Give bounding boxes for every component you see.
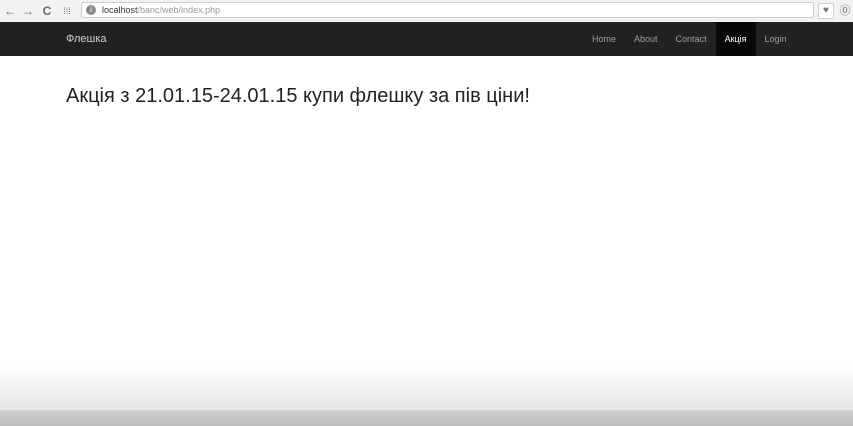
promo-headline: Акція з 21.01.15-24.01.15 купи флешку за… — [66, 85, 530, 107]
url-path: /banc/web/index.php — [137, 5, 221, 15]
download-icon[interactable]: ⓪ — [838, 3, 852, 19]
nav-item-promo[interactable]: Акція — [715, 22, 756, 56]
page-bottom-fade — [0, 364, 853, 410]
site-navbar: Флешка Home About Contact Акція Login — [0, 22, 853, 56]
url-text: localhost/banc/web/index.php — [102, 4, 220, 17]
browser-toolbar: ← → C ⁞⁞⁞ i localhost/banc/web/index.php… — [0, 0, 853, 23]
nav-item-login[interactable]: Login — [756, 22, 796, 56]
nav-item-home[interactable]: Home — [583, 22, 625, 56]
site-info-icon[interactable]: i — [86, 5, 96, 15]
forward-arrow-icon[interactable]: → — [21, 3, 35, 19]
apps-icon[interactable]: ⁞⁞⁞ — [60, 3, 74, 19]
bottom-scroll-bar — [0, 410, 853, 426]
nav-item-contact[interactable]: Contact — [667, 22, 716, 56]
back-arrow-icon[interactable]: ← — [3, 3, 17, 19]
nav-menu: Home About Contact Акція Login — [583, 22, 796, 56]
address-bar[interactable]: i localhost/banc/web/index.php — [81, 2, 814, 18]
url-host: localhost — [102, 5, 138, 15]
pocket-icon[interactable]: ♥ — [818, 3, 834, 19]
reload-icon[interactable]: C — [40, 3, 54, 19]
brand-link[interactable]: Флешка — [66, 22, 107, 56]
nav-item-about[interactable]: About — [625, 22, 667, 56]
